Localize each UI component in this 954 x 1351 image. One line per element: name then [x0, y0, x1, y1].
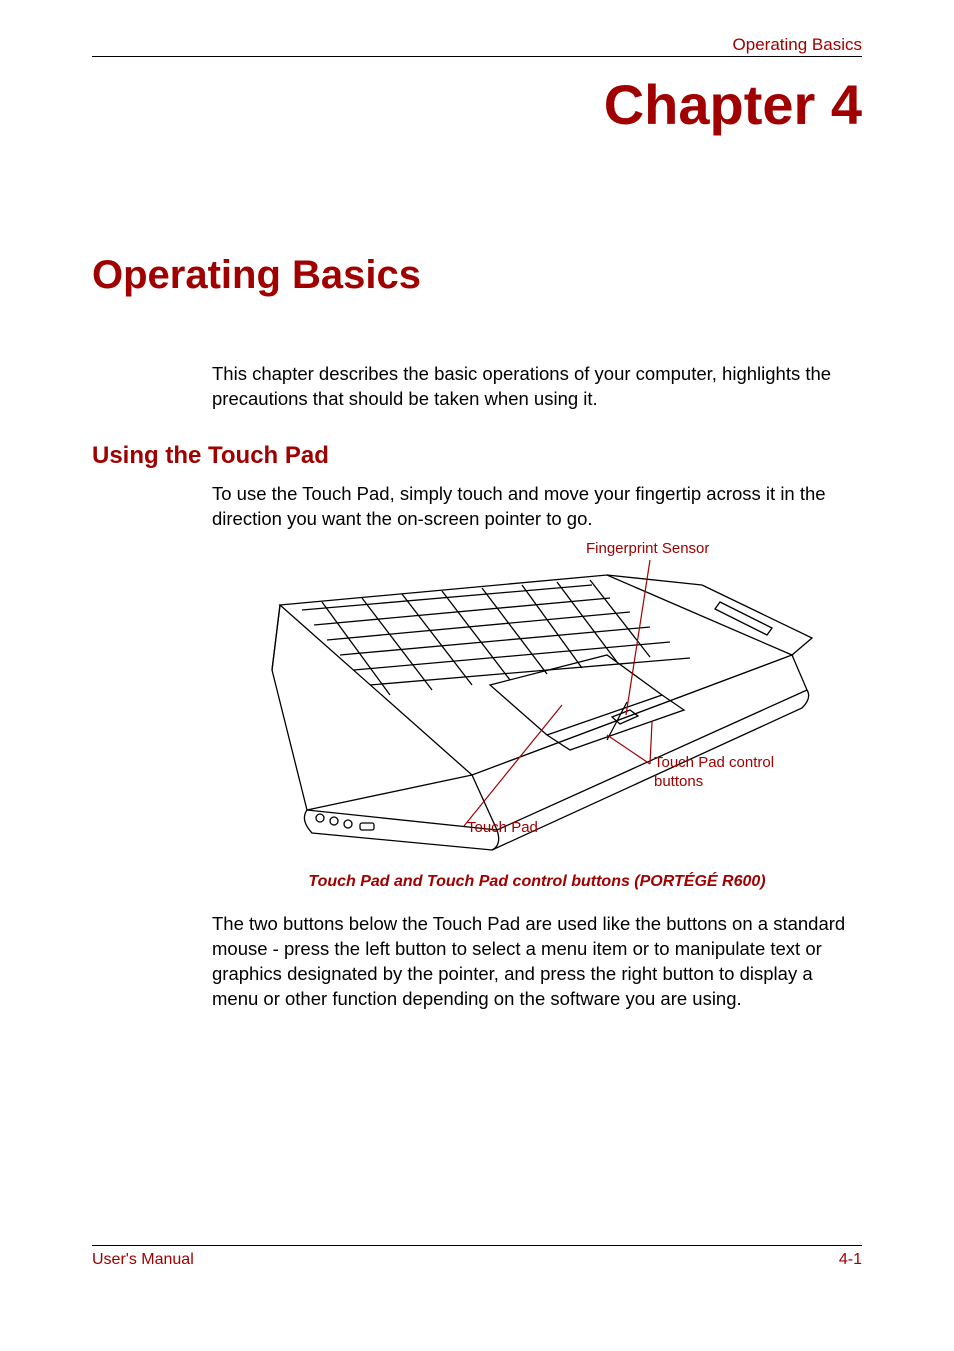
subsection-title: Using the Touch Pad [92, 442, 329, 470]
diagram-label-touchpad: Touch Pad [467, 819, 538, 836]
running-header: Operating Basics [733, 35, 862, 55]
footer-page-number: 4-1 [839, 1251, 862, 1269]
figure-caption: Touch Pad and Touch Pad control buttons … [212, 873, 862, 891]
diagram-label-touchpad-control: Touch Pad control buttons [654, 754, 814, 792]
body-paragraph: The two buttons below the Touch Pad are … [212, 912, 862, 1012]
section-title: Operating Basics [92, 253, 421, 298]
chapter-title: Chapter 4 [604, 72, 862, 137]
chapter-intro-paragraph: This chapter describes the basic operati… [212, 362, 862, 412]
touchpad-diagram: Fingerprint Sensor [212, 540, 852, 870]
footer-rule [92, 1245, 862, 1246]
footer-manual-label: User's Manual [92, 1251, 194, 1269]
subsection-intro-paragraph: To use the Touch Pad, simply touch and m… [212, 482, 862, 532]
header-rule [92, 56, 862, 57]
